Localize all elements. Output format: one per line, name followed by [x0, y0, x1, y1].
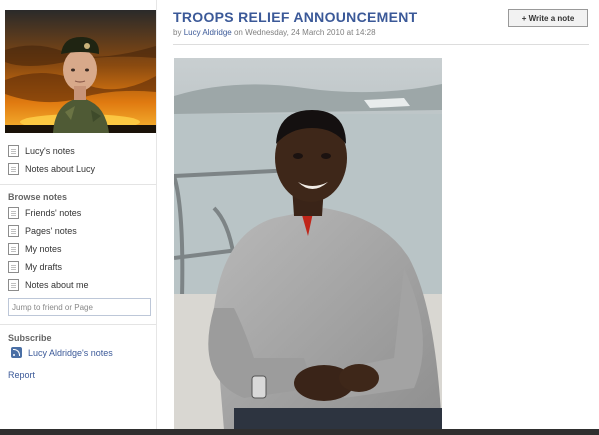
- note-icon: [8, 261, 19, 273]
- sidebar-item-label: Notes about me: [25, 280, 89, 290]
- man-by-waterfront-image: [174, 58, 442, 430]
- divider: [0, 324, 156, 325]
- sidebar-item-label: Notes about Lucy: [25, 164, 96, 174]
- note-icon: [8, 163, 19, 175]
- browse-notes-list: Friends' notes Pages' notes My notes My …: [8, 204, 89, 294]
- byline-prefix: by: [173, 28, 182, 37]
- note-icon: [8, 207, 19, 219]
- profile-photo[interactable]: [5, 10, 156, 133]
- note-icon: [8, 145, 19, 157]
- subscribe-heading: Subscribe: [8, 333, 52, 343]
- note-title: TROOPS RELIEF ANNOUNCEMENT: [173, 9, 418, 25]
- sidebar: Lucy's notes Notes about Lucy Browse not…: [0, 0, 157, 430]
- bottom-bar: [0, 429, 599, 435]
- write-note-button[interactable]: + Write a note: [508, 9, 588, 27]
- sidebar-item-label: Pages' notes: [25, 226, 77, 236]
- sidebar-item-label: My notes: [25, 244, 62, 254]
- author-link[interactable]: Lucy Aldridge: [184, 28, 232, 37]
- report-link[interactable]: Report: [8, 370, 35, 380]
- note-byline: by Lucy Aldridge on Wednesday, 24 March …: [173, 28, 376, 37]
- subscribe-link-label: Lucy Aldridge's notes: [28, 347, 113, 358]
- note-photo[interactable]: [174, 58, 442, 430]
- sidebar-item-my-notes[interactable]: My notes: [8, 240, 89, 258]
- sidebar-item-label: My drafts: [25, 262, 63, 272]
- note-icon: [8, 279, 19, 291]
- divider: [173, 44, 589, 45]
- soldier-portrait-image: [5, 10, 156, 133]
- sidebar-item-my-drafts[interactable]: My drafts: [8, 258, 89, 276]
- sidebar-item-label: Lucy's notes: [25, 146, 75, 156]
- note-date: on Wednesday, 24 March 2010 at 14:28: [233, 28, 376, 37]
- sidebar-item-notes-about-lucy[interactable]: Notes about Lucy: [8, 160, 95, 178]
- profile-notes-list: Lucy's notes Notes about Lucy: [8, 142, 95, 178]
- sidebar-item-notes-about-me[interactable]: Notes about me: [8, 276, 89, 294]
- divider: [0, 184, 156, 185]
- note-icon: [8, 243, 19, 255]
- browse-notes-heading: Browse notes: [8, 192, 68, 202]
- sidebar-item-pages-notes[interactable]: Pages' notes: [8, 222, 89, 240]
- note-icon: [8, 225, 19, 237]
- sidebar-item-lucys-notes[interactable]: Lucy's notes: [8, 142, 95, 160]
- sidebar-item-friends-notes[interactable]: Friends' notes: [8, 204, 89, 222]
- subscribe-link[interactable]: Lucy Aldridge's notes: [11, 347, 113, 358]
- jump-to-friend-input[interactable]: [8, 298, 151, 316]
- sidebar-item-label: Friends' notes: [25, 208, 82, 218]
- rss-icon: [11, 347, 22, 358]
